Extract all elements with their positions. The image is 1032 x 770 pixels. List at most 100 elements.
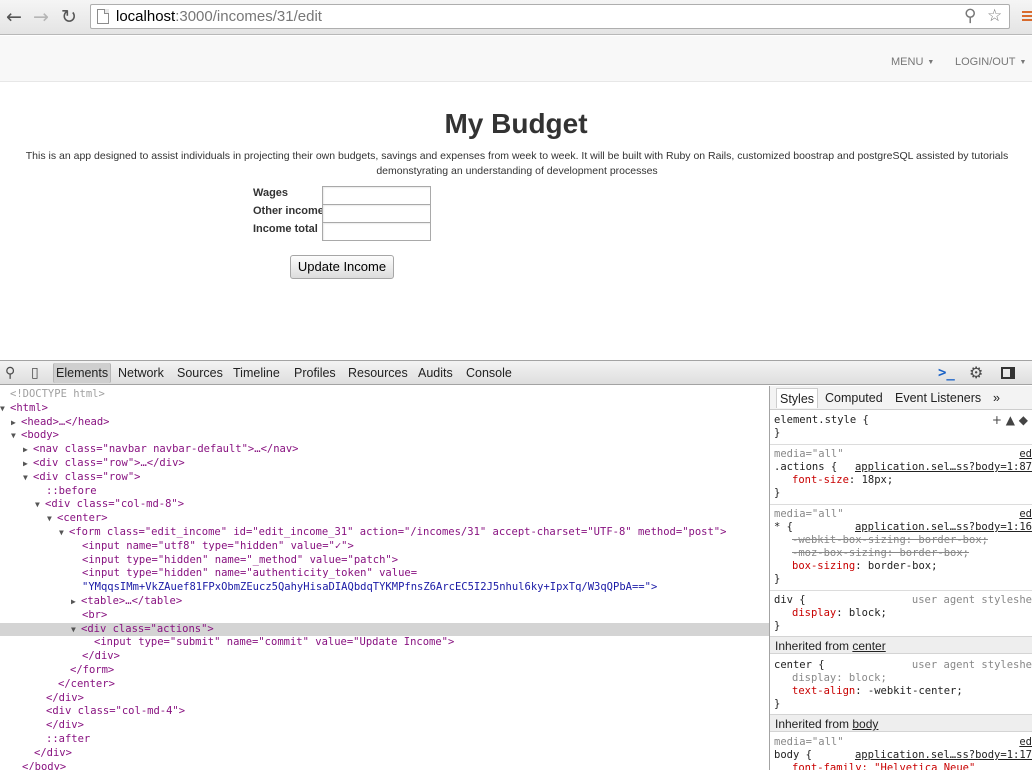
- dom-div-row[interactable]: ▼ <div class="row">: [0, 471, 769, 485]
- dom-form[interactable]: ▼ <form class="edit_income" id="edit_inco…: [0, 526, 769, 540]
- expanded-triangle-icon[interactable]: ▼: [0, 402, 10, 416]
- styles-sidebar: Styles Computed Event Listeners » elemen…: [769, 386, 1032, 770]
- tab-profiles[interactable]: Profiles: [292, 363, 338, 383]
- dom-div-col-md-4[interactable]: <div class="col-md-4">: [0, 705, 769, 719]
- income-total-input[interactable]: [322, 222, 431, 241]
- dom-close-div[interactable]: </div>: [0, 719, 769, 733]
- url-text[interactable]: localhost:3000/incomes/31/edit: [116, 7, 322, 26]
- dom-pseudo-before[interactable]: ::before: [0, 485, 769, 499]
- dom-doctype[interactable]: <!DOCTYPE html>: [0, 388, 769, 402]
- collapsed-triangle-icon[interactable]: ▶: [11, 416, 21, 430]
- expanded-triangle-icon[interactable]: ▼: [11, 429, 21, 443]
- settings-gear-icon[interactable]: ⚙: [969, 363, 983, 383]
- add-rule-icon[interactable]: +: [992, 413, 1002, 427]
- login-dropdown[interactable]: LOGIN/OUT ▼: [955, 36, 1026, 82]
- dom-body[interactable]: ▼ <body>: [0, 429, 769, 443]
- dom-close-form[interactable]: </form>: [0, 664, 769, 678]
- dom-close-div[interactable]: </div>: [0, 650, 769, 664]
- font-size-declaration[interactable]: font-size: 18px;: [792, 474, 1032, 487]
- diamond-icon[interactable]: ◆: [1019, 413, 1028, 427]
- star-rule[interactable]: * {application.sel…ss?body=1:16: [774, 521, 1032, 534]
- dom-close-div[interactable]: </div>: [0, 747, 769, 761]
- tab-resources[interactable]: Resources: [346, 363, 410, 383]
- more-tabs-icon[interactable]: »: [990, 388, 1003, 408]
- expanded-triangle-icon[interactable]: ▼: [35, 498, 45, 512]
- dom-input-token[interactable]: <input type="hidden" name="authenticity_…: [0, 567, 769, 581]
- body-selector: body {: [774, 749, 812, 761]
- webkit-box-sizing-declaration[interactable]: -webkit-box-sizing: border-box;: [792, 534, 1032, 547]
- display-declaration[interactable]: display: block;: [792, 607, 1032, 620]
- console-drawer-icon[interactable]: >_: [938, 363, 955, 383]
- chrome-menu-icon[interactable]: [1022, 11, 1032, 23]
- center-rule[interactable]: center {user agent styleshe: [774, 659, 1032, 672]
- expanded-triangle-icon[interactable]: ▼: [47, 512, 57, 526]
- actions-rule[interactable]: .actions {application.sel…ss?body=1:87: [774, 461, 1032, 474]
- pin-icon[interactable]: ▲: [1006, 413, 1015, 427]
- device-mode-icon[interactable]: ▯: [31, 363, 39, 383]
- text-align-declaration[interactable]: text-align: -webkit-center;: [792, 685, 1032, 698]
- dock-side-icon[interactable]: [1001, 367, 1015, 379]
- tab-elements[interactable]: Elements: [53, 363, 112, 383]
- body-source-link[interactable]: application.sel…ss?body=1:17: [855, 749, 1032, 762]
- dom-head[interactable]: ▶ <head>…</head>: [0, 416, 769, 430]
- collapsed-triangle-icon[interactable]: ▶: [23, 457, 33, 471]
- menu-dropdown[interactable]: MENU ▼: [891, 36, 934, 82]
- dom-text: <nav class="navbar navbar-default">…</na…: [33, 443, 299, 456]
- dom-pseudo-after[interactable]: ::after: [0, 733, 769, 747]
- tab-computed[interactable]: Computed: [822, 388, 886, 408]
- edit-link[interactable]: ed: [1019, 448, 1032, 461]
- dom-table[interactable]: ▶ <table>…</table>: [0, 595, 769, 609]
- dom-html[interactable]: ▼ <html>: [0, 402, 769, 416]
- tab-network[interactable]: Network: [116, 363, 166, 383]
- actions-source-link[interactable]: application.sel…ss?body=1:87: [855, 461, 1032, 474]
- expanded-triangle-icon[interactable]: ▼: [59, 526, 69, 540]
- address-bar[interactable]: localhost:3000/incomes/31/edit ⚲ ☆: [90, 4, 1010, 29]
- bookmark-star-icon[interactable]: ☆: [987, 6, 1002, 27]
- close-brace: }: [774, 573, 781, 585]
- back-arrow-icon[interactable]: ←: [3, 6, 25, 28]
- dom-close-center[interactable]: </center>: [0, 678, 769, 692]
- dom-text: <input type="submit" name="commit" value…: [94, 636, 455, 649]
- reload-icon[interactable]: ↻: [58, 6, 80, 28]
- tab-timeline[interactable]: Timeline: [231, 363, 282, 383]
- wages-input[interactable]: [322, 186, 431, 205]
- dom-token-value[interactable]: "YMqqsIMm+VkZAuef81FPxObmZEucz5QahyHisaD…: [0, 581, 769, 595]
- inspect-search-icon[interactable]: ⚲: [5, 363, 15, 383]
- forward-arrow-icon[interactable]: →: [30, 6, 52, 28]
- dom-div-actions-selected[interactable]: ▼ <div class="actions">: [0, 622, 769, 637]
- edit-link[interactable]: ed: [1019, 736, 1032, 749]
- dom-text: <input name="utf8" type="hidden" value="…: [82, 539, 354, 552]
- zoom-magnifier-icon[interactable]: ⚲: [964, 6, 976, 27]
- center-link[interactable]: center: [852, 639, 885, 653]
- dom-div-row[interactable]: ▶ <div class="row">…</div>: [0, 457, 769, 471]
- dom-close-div[interactable]: </div>: [0, 692, 769, 706]
- box-sizing-declaration[interactable]: box-sizing: border-box;: [792, 560, 1032, 573]
- devtools-toolbar: ⚲ ▯ Elements Network Sources Timeline Pr…: [0, 361, 1032, 385]
- tab-console[interactable]: Console: [464, 363, 514, 383]
- dom-input-submit[interactable]: <input type="submit" name="commit" value…: [0, 636, 769, 650]
- dom-br[interactable]: <br>: [0, 609, 769, 623]
- div-rule[interactable]: div {user agent styleshe: [774, 594, 1032, 607]
- body-link[interactable]: body: [852, 717, 878, 731]
- body-rule[interactable]: body { application.sel…ss?body=1:17: [774, 749, 1032, 762]
- other-income-input[interactable]: [322, 204, 431, 223]
- tab-event-listeners[interactable]: Event Listeners: [892, 388, 984, 408]
- tab-sources[interactable]: Sources: [175, 363, 225, 383]
- expanded-triangle-icon[interactable]: ▼: [23, 471, 33, 485]
- dom-nav[interactable]: ▶ <nav class="navbar navbar-default">…</n…: [0, 443, 769, 457]
- tab-styles[interactable]: Styles: [776, 388, 819, 408]
- collapsed-triangle-icon[interactable]: ▶: [71, 595, 81, 609]
- dom-div-col-md-8[interactable]: ▼ <div class="col-md-8">: [0, 498, 769, 512]
- update-income-button[interactable]: Update Income: [290, 255, 394, 279]
- expanded-triangle-icon[interactable]: ▼: [71, 623, 81, 637]
- edit-link[interactable]: ed: [1019, 508, 1032, 521]
- dom-text: ::before: [46, 484, 97, 497]
- center-display-declaration[interactable]: display: block;: [792, 672, 1032, 685]
- moz-box-sizing-declaration[interactable]: -moz-box-sizing: border-box;: [792, 547, 1032, 560]
- dom-center[interactable]: ▼ <center>: [0, 512, 769, 526]
- collapsed-triangle-icon[interactable]: ▶: [23, 443, 33, 457]
- star-source-link[interactable]: application.sel…ss?body=1:16: [855, 521, 1032, 534]
- dom-input-utf8[interactable]: <input name="utf8" type="hidden" value="…: [0, 540, 769, 554]
- dom-input-method[interactable]: <input type="hidden" name="_method" valu…: [0, 554, 769, 568]
- tab-audits[interactable]: Audits: [416, 363, 455, 383]
